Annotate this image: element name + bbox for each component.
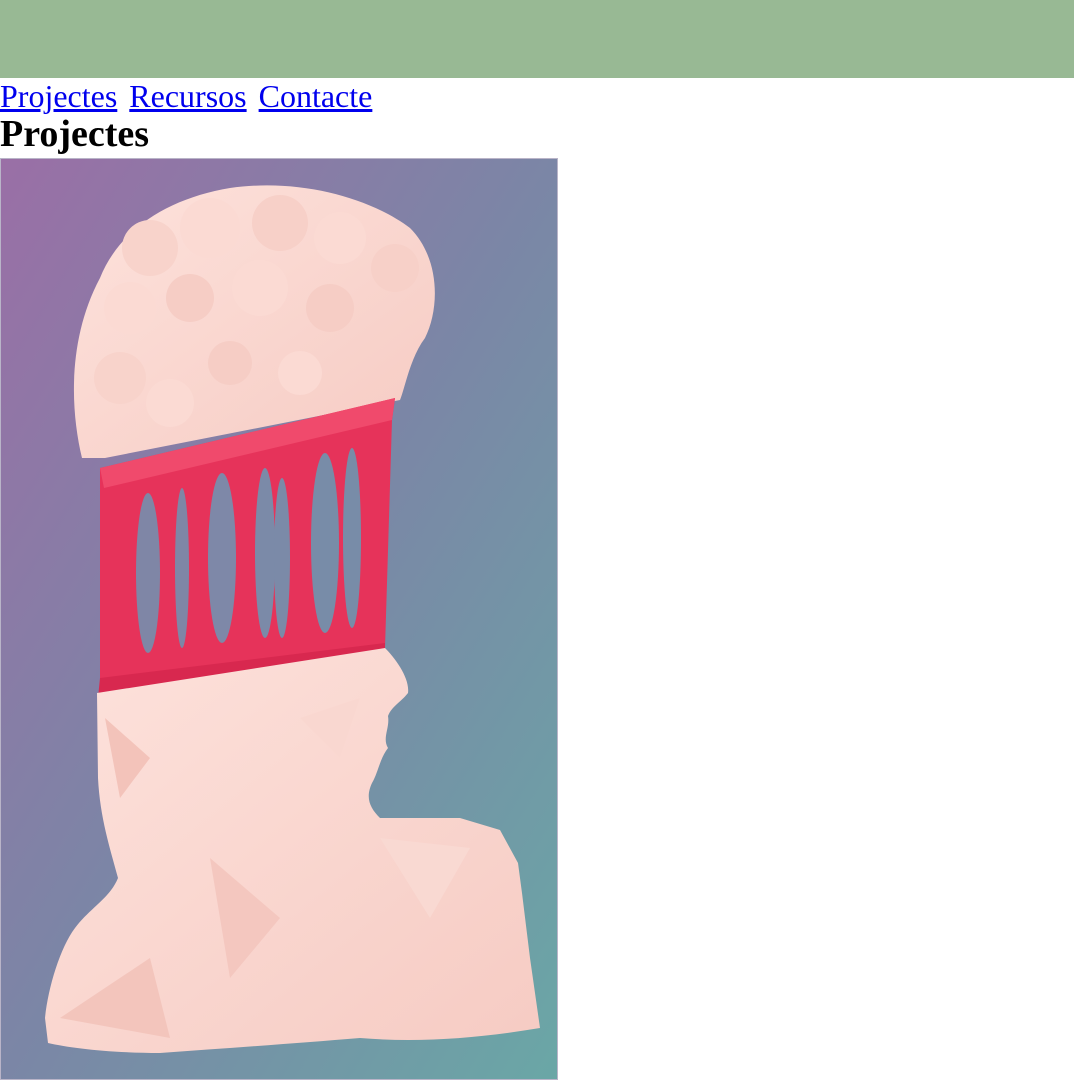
nav-link-projectes[interactable]: Projectes: [0, 78, 117, 114]
project-image: [0, 158, 558, 1080]
page-title: Projectes: [0, 113, 150, 155]
main-nav: Projectes Recursos Contacte: [0, 78, 1074, 114]
top-banner: [0, 0, 1074, 78]
nav-link-contacte[interactable]: Contacte: [259, 78, 373, 114]
nav-link-recursos[interactable]: Recursos: [129, 78, 246, 114]
